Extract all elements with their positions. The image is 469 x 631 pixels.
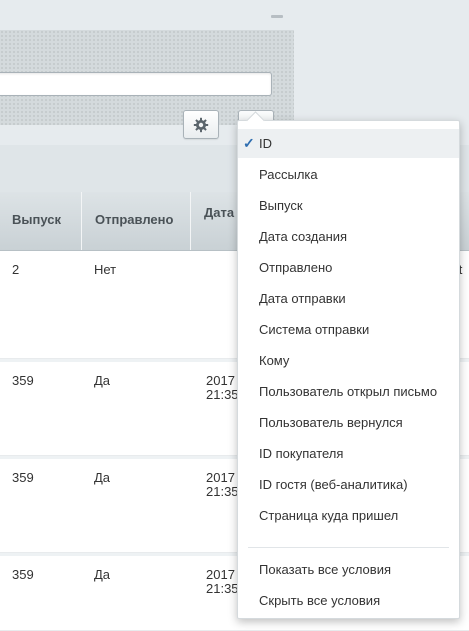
cell-sent: Да bbox=[94, 373, 111, 388]
menu-item-recipient[interactable]: Кому bbox=[238, 346, 459, 375]
menu-item-created-date[interactable]: Дата создания bbox=[238, 222, 459, 251]
cell-sent: Да bbox=[94, 567, 111, 582]
cell-date: 2017 21:35 bbox=[206, 567, 239, 596]
cell-issue: 359 bbox=[12, 567, 34, 582]
menu-item-send-system[interactable]: Система отправки bbox=[238, 315, 459, 344]
menu-item-user-returned[interactable]: Пользователь вернулся bbox=[238, 408, 459, 437]
add-field-dropdown: ✓ ID Рассылка Выпуск Дата создания Отпра… bbox=[237, 111, 460, 619]
menu-item-sent[interactable]: Отправлено bbox=[238, 253, 459, 282]
column-header-issue[interactable]: Выпуск bbox=[0, 192, 82, 250]
check-icon: ✓ bbox=[243, 135, 255, 151]
menu-item-buyer-id[interactable]: ID покупателя bbox=[238, 439, 459, 468]
cell-issue: 2 bbox=[12, 262, 20, 277]
menu-item-guest-id[interactable]: ID гостя (веб-аналитика) bbox=[238, 470, 459, 499]
hide-all-conditions[interactable]: Скрыть все условия bbox=[238, 586, 459, 615]
cell-sent: Нет bbox=[94, 262, 117, 277]
settings-button[interactable] bbox=[183, 110, 219, 139]
menu-item-mailing[interactable]: Рассылка bbox=[238, 160, 459, 189]
cell-date: 2017 21:35 bbox=[206, 470, 239, 499]
menu-divider bbox=[248, 547, 449, 548]
cell-issue: 359 bbox=[12, 373, 34, 388]
filter-panel: + bbox=[0, 30, 294, 139]
menu-item-id[interactable]: ✓ ID bbox=[238, 129, 459, 158]
menu-item-issue[interactable]: Выпуск bbox=[238, 191, 459, 220]
gear-icon bbox=[193, 117, 209, 132]
cell-issue: 359 bbox=[12, 470, 34, 485]
menu-item-send-date[interactable]: Дата отправки bbox=[238, 284, 459, 313]
menu-item-user-opened[interactable]: Пользователь открыл письмо bbox=[238, 377, 459, 406]
filter-search-input[interactable] bbox=[0, 72, 272, 96]
show-all-conditions[interactable]: Показать все условия bbox=[238, 555, 459, 584]
minimize-icon[interactable] bbox=[271, 15, 283, 18]
cell-date: 2017 21:35 bbox=[206, 373, 239, 402]
column-header-sent[interactable]: Отправлено bbox=[83, 192, 191, 250]
cell-sent: Да bbox=[94, 470, 111, 485]
menu-item-landing-page[interactable]: Страница куда пришел bbox=[238, 501, 459, 530]
